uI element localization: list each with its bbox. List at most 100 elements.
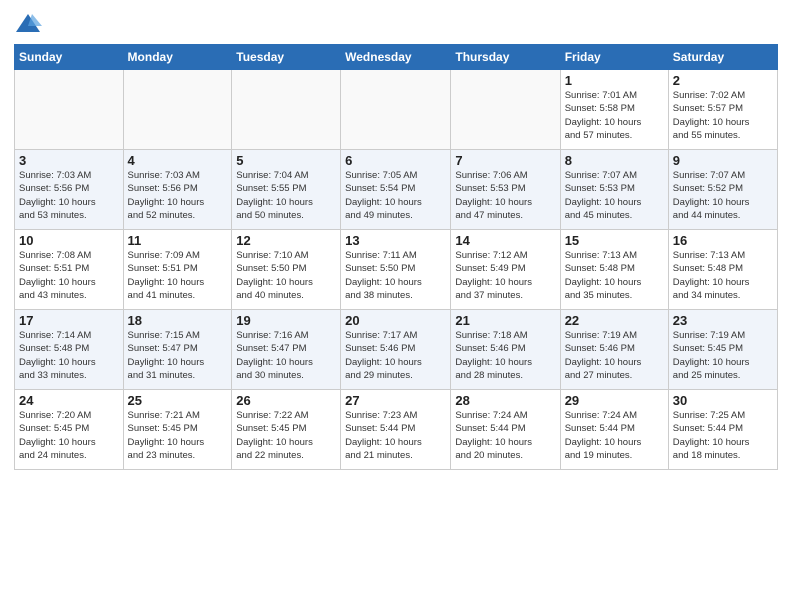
calendar-cell [341, 70, 451, 150]
header [14, 10, 778, 38]
week-row-2: 10Sunrise: 7:08 AM Sunset: 5:51 PM Dayli… [15, 230, 778, 310]
calendar-cell: 13Sunrise: 7:11 AM Sunset: 5:50 PM Dayli… [341, 230, 451, 310]
day-info: Sunrise: 7:19 AM Sunset: 5:46 PM Dayligh… [565, 329, 664, 382]
calendar-cell: 7Sunrise: 7:06 AM Sunset: 5:53 PM Daylig… [451, 150, 560, 230]
day-number: 11 [128, 233, 228, 248]
logo [14, 10, 46, 38]
day-number: 3 [19, 153, 119, 168]
day-info: Sunrise: 7:09 AM Sunset: 5:51 PM Dayligh… [128, 249, 228, 302]
calendar-cell: 24Sunrise: 7:20 AM Sunset: 5:45 PM Dayli… [15, 390, 124, 470]
calendar-cell: 3Sunrise: 7:03 AM Sunset: 5:56 PM Daylig… [15, 150, 124, 230]
calendar-cell: 16Sunrise: 7:13 AM Sunset: 5:48 PM Dayli… [668, 230, 777, 310]
day-number: 21 [455, 313, 555, 328]
calendar-cell: 15Sunrise: 7:13 AM Sunset: 5:48 PM Dayli… [560, 230, 668, 310]
week-row-3: 17Sunrise: 7:14 AM Sunset: 5:48 PM Dayli… [15, 310, 778, 390]
weekday-friday: Friday [560, 45, 668, 70]
calendar-cell: 23Sunrise: 7:19 AM Sunset: 5:45 PM Dayli… [668, 310, 777, 390]
day-info: Sunrise: 7:13 AM Sunset: 5:48 PM Dayligh… [673, 249, 773, 302]
calendar-cell: 20Sunrise: 7:17 AM Sunset: 5:46 PM Dayli… [341, 310, 451, 390]
calendar-cell: 1Sunrise: 7:01 AM Sunset: 5:58 PM Daylig… [560, 70, 668, 150]
day-number: 4 [128, 153, 228, 168]
day-info: Sunrise: 7:10 AM Sunset: 5:50 PM Dayligh… [236, 249, 336, 302]
calendar-cell: 30Sunrise: 7:25 AM Sunset: 5:44 PM Dayli… [668, 390, 777, 470]
calendar-cell: 21Sunrise: 7:18 AM Sunset: 5:46 PM Dayli… [451, 310, 560, 390]
logo-icon [14, 10, 42, 38]
calendar-cell: 2Sunrise: 7:02 AM Sunset: 5:57 PM Daylig… [668, 70, 777, 150]
day-number: 18 [128, 313, 228, 328]
day-number: 2 [673, 73, 773, 88]
day-number: 8 [565, 153, 664, 168]
calendar-cell: 9Sunrise: 7:07 AM Sunset: 5:52 PM Daylig… [668, 150, 777, 230]
day-info: Sunrise: 7:24 AM Sunset: 5:44 PM Dayligh… [455, 409, 555, 462]
day-info: Sunrise: 7:06 AM Sunset: 5:53 PM Dayligh… [455, 169, 555, 222]
day-info: Sunrise: 7:01 AM Sunset: 5:58 PM Dayligh… [565, 89, 664, 142]
day-info: Sunrise: 7:13 AM Sunset: 5:48 PM Dayligh… [565, 249, 664, 302]
weekday-tuesday: Tuesday [232, 45, 341, 70]
day-info: Sunrise: 7:24 AM Sunset: 5:44 PM Dayligh… [565, 409, 664, 462]
calendar-cell: 26Sunrise: 7:22 AM Sunset: 5:45 PM Dayli… [232, 390, 341, 470]
calendar-cell: 27Sunrise: 7:23 AM Sunset: 5:44 PM Dayli… [341, 390, 451, 470]
day-number: 23 [673, 313, 773, 328]
calendar-cell: 14Sunrise: 7:12 AM Sunset: 5:49 PM Dayli… [451, 230, 560, 310]
day-number: 27 [345, 393, 446, 408]
day-info: Sunrise: 7:02 AM Sunset: 5:57 PM Dayligh… [673, 89, 773, 142]
day-info: Sunrise: 7:16 AM Sunset: 5:47 PM Dayligh… [236, 329, 336, 382]
day-info: Sunrise: 7:07 AM Sunset: 5:52 PM Dayligh… [673, 169, 773, 222]
day-number: 28 [455, 393, 555, 408]
day-number: 30 [673, 393, 773, 408]
day-info: Sunrise: 7:04 AM Sunset: 5:55 PM Dayligh… [236, 169, 336, 222]
day-number: 15 [565, 233, 664, 248]
day-number: 5 [236, 153, 336, 168]
calendar-cell: 5Sunrise: 7:04 AM Sunset: 5:55 PM Daylig… [232, 150, 341, 230]
calendar-cell: 25Sunrise: 7:21 AM Sunset: 5:45 PM Dayli… [123, 390, 232, 470]
calendar-cell: 19Sunrise: 7:16 AM Sunset: 5:47 PM Dayli… [232, 310, 341, 390]
day-info: Sunrise: 7:20 AM Sunset: 5:45 PM Dayligh… [19, 409, 119, 462]
day-number: 20 [345, 313, 446, 328]
day-number: 6 [345, 153, 446, 168]
week-row-0: 1Sunrise: 7:01 AM Sunset: 5:58 PM Daylig… [15, 70, 778, 150]
day-info: Sunrise: 7:05 AM Sunset: 5:54 PM Dayligh… [345, 169, 446, 222]
weekday-saturday: Saturday [668, 45, 777, 70]
calendar-cell: 29Sunrise: 7:24 AM Sunset: 5:44 PM Dayli… [560, 390, 668, 470]
day-info: Sunrise: 7:07 AM Sunset: 5:53 PM Dayligh… [565, 169, 664, 222]
day-info: Sunrise: 7:19 AM Sunset: 5:45 PM Dayligh… [673, 329, 773, 382]
weekday-sunday: Sunday [15, 45, 124, 70]
day-info: Sunrise: 7:15 AM Sunset: 5:47 PM Dayligh… [128, 329, 228, 382]
calendar-cell: 28Sunrise: 7:24 AM Sunset: 5:44 PM Dayli… [451, 390, 560, 470]
day-number: 14 [455, 233, 555, 248]
day-number: 13 [345, 233, 446, 248]
calendar: SundayMondayTuesdayWednesdayThursdayFrid… [14, 44, 778, 470]
weekday-header-row: SundayMondayTuesdayWednesdayThursdayFrid… [15, 45, 778, 70]
day-info: Sunrise: 7:23 AM Sunset: 5:44 PM Dayligh… [345, 409, 446, 462]
day-number: 16 [673, 233, 773, 248]
calendar-cell [15, 70, 124, 150]
day-number: 17 [19, 313, 119, 328]
day-number: 22 [565, 313, 664, 328]
day-number: 9 [673, 153, 773, 168]
day-info: Sunrise: 7:08 AM Sunset: 5:51 PM Dayligh… [19, 249, 119, 302]
day-info: Sunrise: 7:11 AM Sunset: 5:50 PM Dayligh… [345, 249, 446, 302]
day-info: Sunrise: 7:12 AM Sunset: 5:49 PM Dayligh… [455, 249, 555, 302]
weekday-wednesday: Wednesday [341, 45, 451, 70]
weekday-monday: Monday [123, 45, 232, 70]
weekday-thursday: Thursday [451, 45, 560, 70]
day-info: Sunrise: 7:14 AM Sunset: 5:48 PM Dayligh… [19, 329, 119, 382]
calendar-cell: 17Sunrise: 7:14 AM Sunset: 5:48 PM Dayli… [15, 310, 124, 390]
day-info: Sunrise: 7:18 AM Sunset: 5:46 PM Dayligh… [455, 329, 555, 382]
week-row-4: 24Sunrise: 7:20 AM Sunset: 5:45 PM Dayli… [15, 390, 778, 470]
day-number: 29 [565, 393, 664, 408]
day-info: Sunrise: 7:17 AM Sunset: 5:46 PM Dayligh… [345, 329, 446, 382]
day-number: 7 [455, 153, 555, 168]
day-number: 12 [236, 233, 336, 248]
calendar-cell: 4Sunrise: 7:03 AM Sunset: 5:56 PM Daylig… [123, 150, 232, 230]
calendar-cell [232, 70, 341, 150]
day-info: Sunrise: 7:22 AM Sunset: 5:45 PM Dayligh… [236, 409, 336, 462]
day-number: 1 [565, 73, 664, 88]
day-number: 19 [236, 313, 336, 328]
day-info: Sunrise: 7:03 AM Sunset: 5:56 PM Dayligh… [19, 169, 119, 222]
day-number: 26 [236, 393, 336, 408]
calendar-cell: 18Sunrise: 7:15 AM Sunset: 5:47 PM Dayli… [123, 310, 232, 390]
day-number: 25 [128, 393, 228, 408]
day-number: 10 [19, 233, 119, 248]
day-info: Sunrise: 7:03 AM Sunset: 5:56 PM Dayligh… [128, 169, 228, 222]
